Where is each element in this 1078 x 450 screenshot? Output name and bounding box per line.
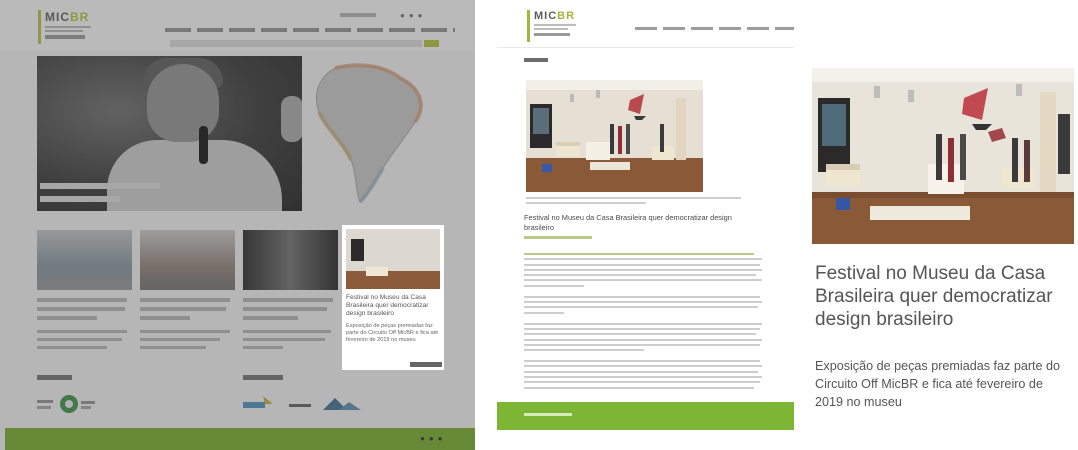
card-summary: Exposição de peças premiadas faz parte d… bbox=[346, 323, 439, 343]
news-card[interactable] bbox=[37, 230, 132, 360]
site-footer bbox=[497, 402, 794, 430]
article-photo bbox=[812, 68, 1074, 244]
footer-link[interactable] bbox=[524, 413, 572, 416]
section-heading bbox=[37, 375, 72, 380]
social-icons[interactable]: ●●● bbox=[400, 11, 427, 20]
article-meta bbox=[524, 236, 592, 239]
article-body bbox=[524, 253, 764, 398]
hero-caption bbox=[40, 183, 160, 189]
highlighted-news-card[interactable]: Festival no Museu da Casa Brasileira que… bbox=[342, 225, 444, 370]
photo-caption bbox=[526, 197, 746, 207]
homepage-preview: MICBR ●●● ●●● Festival no Museu da Casa … bbox=[0, 0, 475, 450]
site-logo[interactable]: MICBR bbox=[38, 10, 98, 44]
section-heading bbox=[243, 375, 283, 380]
south-america-map-icon bbox=[315, 63, 423, 204]
partner-logo bbox=[243, 396, 361, 410]
site-logo[interactable]: MICBR bbox=[527, 10, 585, 42]
see-more-link[interactable] bbox=[410, 362, 442, 367]
article-page-preview: MICBR Festival no Museu da Casa Brasilei… bbox=[497, 0, 794, 430]
footer-social-icons[interactable]: ●●● bbox=[420, 434, 447, 443]
news-thumbnail bbox=[346, 229, 440, 289]
partner-logo bbox=[37, 395, 95, 413]
main-nav[interactable] bbox=[635, 27, 794, 30]
article-photo bbox=[526, 80, 703, 192]
logo-accent-text: BR bbox=[70, 10, 90, 24]
search-input[interactable] bbox=[170, 40, 422, 47]
hero-banner[interactable] bbox=[37, 56, 302, 211]
site-footer bbox=[5, 428, 475, 450]
news-thumbnail bbox=[140, 230, 235, 290]
logo-text: MIC bbox=[45, 10, 70, 24]
mobile-card-preview: Festival no Museu da Casa Brasileira que… bbox=[805, 0, 1078, 450]
news-card[interactable] bbox=[243, 230, 338, 360]
article-title: Festival no Museu da Casa Brasileira que… bbox=[524, 213, 732, 232]
main-nav[interactable] bbox=[165, 28, 455, 32]
search-button[interactable] bbox=[424, 40, 439, 47]
news-thumbnail bbox=[37, 230, 132, 290]
article-title[interactable]: Festival no Museu da Casa Brasileira que… bbox=[815, 262, 1073, 331]
logo-accent-text: BR bbox=[557, 10, 576, 22]
microphone-icon bbox=[199, 126, 208, 164]
card-title: Festival no Museu da Casa Brasileira que… bbox=[346, 294, 429, 317]
news-thumbnail bbox=[243, 230, 338, 290]
logo-text: MIC bbox=[534, 10, 558, 22]
breadcrumb[interactable] bbox=[524, 58, 548, 62]
news-card[interactable] bbox=[140, 230, 235, 360]
article-summary: Exposição de peças premiadas faz parte d… bbox=[815, 359, 1061, 409]
top-link[interactable] bbox=[340, 13, 376, 17]
